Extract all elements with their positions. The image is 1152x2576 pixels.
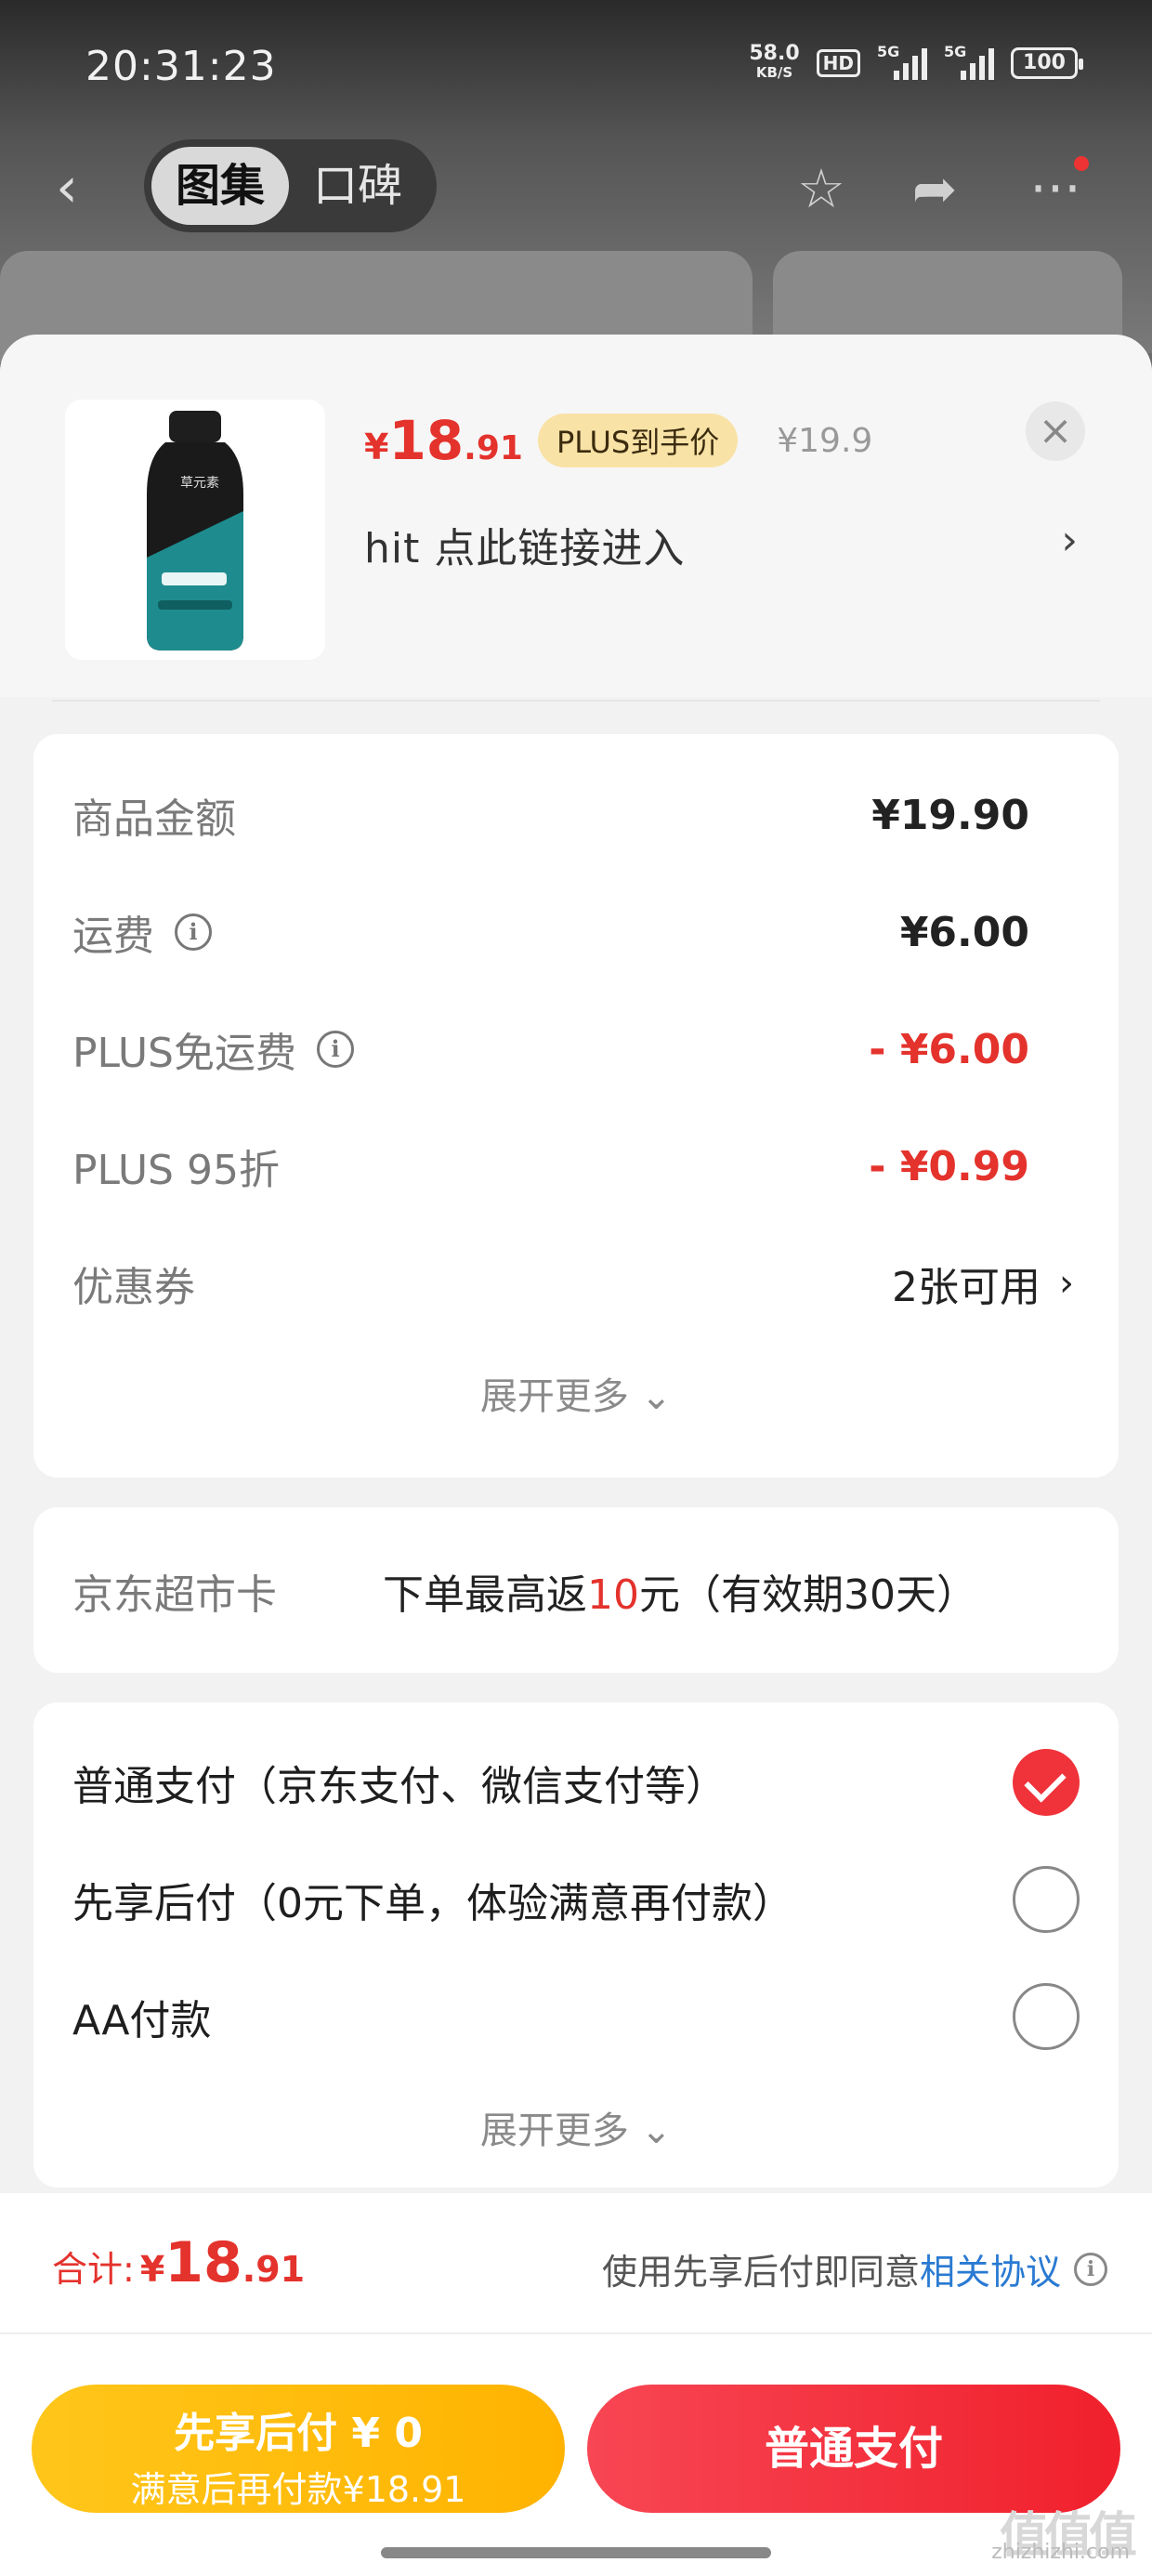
total-amount: 合计: ¥18.91 — [52, 2230, 305, 2295]
coupon-row[interactable]: 优惠券 2张可用 › — [72, 1251, 1074, 1316]
checkout-sheet: 草元素 ¥18.91 PLUS到手价 ¥19.9 × hit 点此链接进入 › … — [0, 335, 1152, 2576]
jd-supermarket-card: 京东超市卡 下单最高返10元（有效期30天） — [33, 1507, 1119, 1673]
product-header: 草元素 ¥18.91 PLUS到手价 ¥19.9 × hit 点此链接进入 › — [0, 335, 1152, 702]
price-row: ¥18.91 PLUS到手价 ¥19.9 — [364, 409, 872, 472]
svg-text:草元素: 草元素 — [180, 476, 219, 491]
cost-label: PLUS免运费 i — [72, 1019, 354, 1079]
jd-card-amount: 10 — [587, 1571, 639, 1619]
cost-label: PLUS 95折 — [72, 1137, 280, 1196]
expand-more-button[interactable]: 展开更多 ⌄ — [33, 2100, 1119, 2154]
price-currency: ¥ — [364, 427, 389, 467]
net-speed-value: 58.0 — [749, 42, 800, 65]
jd-card-text-pre: 下单最高返 — [383, 1571, 587, 1619]
cost-value: - ¥6.00 — [869, 1025, 1029, 1073]
home-indicator — [381, 2547, 771, 2558]
total-currency: ¥ — [139, 2249, 165, 2290]
expand-more-button[interactable]: 展开更多 ⌄ — [33, 1366, 1119, 1420]
original-price: ¥19.9 — [777, 421, 873, 460]
payment-method-card: 普通支付（京东支付、微信支付等） 先享后付（0元下单，体验满意再付款） AA付款… — [33, 1702, 1119, 2188]
radio-icon[interactable] — [1013, 1866, 1080, 1933]
normal-pay-button[interactable]: 普通支付 — [587, 2385, 1120, 2513]
payment-option-normal[interactable]: 普通支付（京东支付、微信支付等） — [72, 1753, 727, 1812]
price-decimal: .91 — [464, 429, 523, 467]
jd-card-text-post: 元（有效期30天） — [639, 1571, 977, 1619]
coupon-value[interactable]: 2张可用 › — [892, 1254, 1074, 1313]
share-icon[interactable]: ➦ — [897, 156, 972, 221]
radio-icon[interactable] — [1013, 1983, 1080, 2050]
cost-row-shipping: 运费 i ¥6.00 — [72, 900, 1029, 965]
cost-value: ¥19.90 — [871, 791, 1029, 839]
total-decimal: .91 — [242, 2249, 306, 2290]
coupon-label: 优惠券 — [72, 1264, 195, 1311]
cost-label: 商品金额 — [72, 785, 236, 845]
signal-label-2: 5G — [944, 43, 967, 60]
status-time: 20:31:23 — [85, 43, 277, 90]
pay-later-button-title: 先享后付 ¥ 0 — [174, 2410, 423, 2457]
cost-value: ¥6.00 — [899, 908, 1029, 956]
chevron-right-icon[interactable]: › — [1061, 517, 1078, 564]
info-icon[interactable]: i — [1074, 2252, 1107, 2286]
cost-label-text: PLUS 95折 — [72, 1147, 280, 1194]
cost-row-goods: 商品金额 ¥19.90 — [72, 782, 1029, 848]
battery-icon: 100 — [1011, 47, 1083, 79]
total-label: 合计: — [52, 2249, 135, 2290]
agreement-text: 使用先享后付即同意 — [601, 2252, 920, 2293]
tab-gallery[interactable]: 图集 — [151, 147, 290, 225]
pay-later-button-subtitle: 满意后再付款¥18.91 — [130, 2469, 466, 2510]
net-speed: 58.0 KB/S — [749, 42, 800, 82]
chevron-right-icon: › — [1059, 1262, 1074, 1305]
checkout-footer: 合计: ¥18.91 使用先享后付即同意 相关协议 i 先享后付 ¥ 0 满意后再… — [0, 2193, 1152, 2576]
divider — [52, 700, 1100, 702]
payment-option-aa[interactable]: AA付款 — [72, 1987, 211, 2046]
notification-dot — [1074, 156, 1089, 171]
agreement-link[interactable]: 相关协议 — [920, 2243, 1061, 2294]
top-nav: ‹ 图集 口碑 ☆ ➦ ··· — [0, 139, 1152, 242]
cost-label-text: 运费 — [72, 913, 154, 960]
signal-label: 5G — [877, 43, 900, 60]
cost-row-plus-free-shipping: PLUS免运费 i - ¥6.00 — [72, 1017, 1029, 1082]
pay-later-button[interactable]: 先享后付 ¥ 0 满意后再付款¥18.91 — [32, 2385, 565, 2513]
coupon-count: 2张可用 — [892, 1264, 1041, 1311]
tab-reviews[interactable]: 口碑 — [289, 147, 426, 225]
product-image: 草元素 — [65, 400, 325, 660]
info-icon[interactable]: i — [317, 1031, 354, 1068]
plus-price-badge: PLUS到手价 — [537, 414, 739, 467]
watermark-url: zhizhizhi.com — [991, 2541, 1130, 2564]
signal-icon: 5G — [877, 43, 927, 80]
bottle-image: 草元素 — [147, 411, 243, 651]
status-bar: 20:31:23 58.0 KB/S HD 5G 5G 100 — [0, 0, 1152, 139]
product-title-link[interactable]: hit 点此链接进入 — [364, 515, 685, 574]
cost-row-plus-discount: PLUS 95折 - ¥0.99 — [72, 1134, 1029, 1199]
cost-breakdown-card: 商品金额 ¥19.90 运费 i ¥6.00 PLUS免运费 i - ¥6.00 P… — [33, 734, 1119, 1478]
close-icon[interactable]: × — [1026, 401, 1085, 461]
cost-label-text: PLUS免运费 — [72, 1030, 296, 1077]
star-icon[interactable]: ☆ — [784, 156, 858, 221]
info-icon[interactable]: i — [175, 913, 212, 951]
hd-icon: HD — [816, 49, 860, 77]
payment-option-pay-later[interactable]: 先享后付（0元下单，体验满意再付款） — [72, 1870, 793, 1929]
price-integer: 18 — [388, 409, 465, 472]
agreement-notice: 使用先享后付即同意 相关协议 i — [602, 2243, 1107, 2294]
view-switcher: 图集 口碑 — [144, 139, 437, 232]
total-integer: 18 — [164, 2230, 242, 2295]
cost-label: 运费 i — [72, 902, 212, 962]
cost-value: - ¥0.99 — [869, 1142, 1029, 1190]
jd-card-label: 京东超市卡 — [72, 1571, 277, 1619]
cost-label-text: 商品金额 — [72, 795, 236, 843]
status-icons: 58.0 KB/S HD 5G 5G 100 — [749, 42, 1083, 82]
radio-checked-icon[interactable] — [1013, 1749, 1080, 1816]
back-icon[interactable]: ‹ — [56, 160, 102, 216]
signal-icon-2: 5G — [944, 43, 994, 80]
divider — [0, 2333, 1152, 2334]
net-speed-unit: KB/S — [755, 64, 793, 81]
jd-card-text: 下单最高返10元（有效期30天） — [383, 1561, 977, 1621]
plus-price: ¥18.91 — [364, 409, 523, 472]
